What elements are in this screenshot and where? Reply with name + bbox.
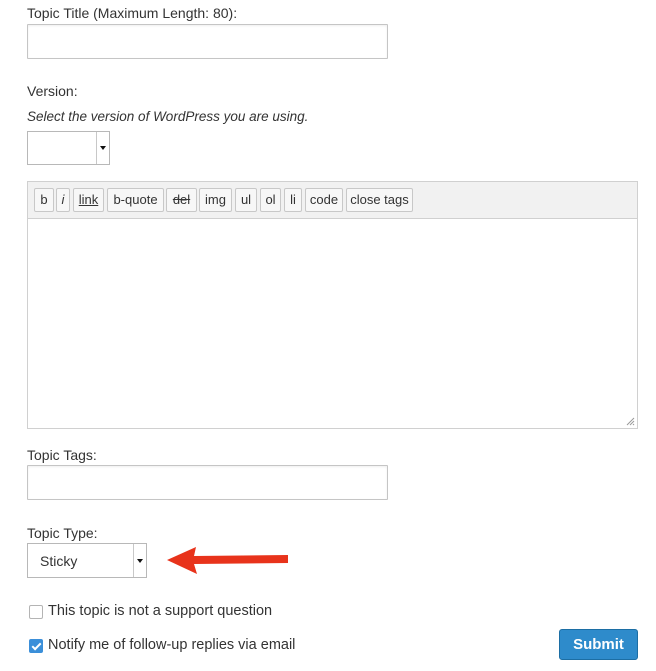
del-button[interactable]: del — [166, 188, 197, 212]
editor-textarea[interactable] — [28, 219, 637, 428]
editor-toolbar: b i link b-quote del img ul ol li code c… — [28, 182, 637, 219]
red-arrow-icon — [167, 547, 288, 574]
dropdown-caret-icon — [100, 146, 106, 150]
submit-button[interactable]: Submit — [559, 629, 638, 660]
close-tags-button[interactable]: close tags — [346, 188, 413, 212]
b-quote-button[interactable]: b-quote — [107, 188, 164, 212]
post-editor: b i link b-quote del img ul ol li code c… — [27, 181, 638, 429]
topic-title-input[interactable] — [27, 24, 388, 59]
notify-label: Notify me of follow-up replies via email — [48, 637, 296, 653]
topic-tags-input[interactable] — [27, 465, 388, 500]
version-hint: Select the version of WordPress you are … — [27, 109, 309, 124]
not-support-label: This topic is not a support question — [48, 603, 273, 619]
topic-type-select-value: Sticky — [40, 553, 78, 569]
ul-button[interactable]: ul — [235, 188, 257, 212]
dropdown-caret-icon — [137, 558, 143, 563]
link-button[interactable]: link — [73, 188, 104, 212]
topic-tags-label: Topic Tags: — [27, 447, 97, 463]
li-button[interactable]: li — [284, 188, 302, 212]
resize-grip-icon[interactable] — [626, 417, 635, 426]
topic-type-select[interactable]: Sticky — [27, 543, 147, 578]
version-select[interactable] — [27, 131, 110, 165]
img-button[interactable]: img — [199, 188, 232, 212]
bold-button[interactable]: b — [34, 188, 54, 212]
ol-button[interactable]: ol — [260, 188, 281, 212]
notify-checkbox[interactable] — [29, 639, 43, 653]
version-label: Version: — [27, 83, 78, 99]
version-select-arrow — [96, 132, 109, 164]
topic-title-label: Topic Title (Maximum Length: 80): — [27, 5, 238, 21]
code-button[interactable]: code — [305, 188, 343, 212]
italic-button[interactable]: i — [56, 188, 70, 212]
topic-type-select-arrow — [133, 544, 146, 577]
not-support-checkbox[interactable] — [29, 605, 43, 619]
topic-type-label: Topic Type: — [27, 525, 98, 541]
